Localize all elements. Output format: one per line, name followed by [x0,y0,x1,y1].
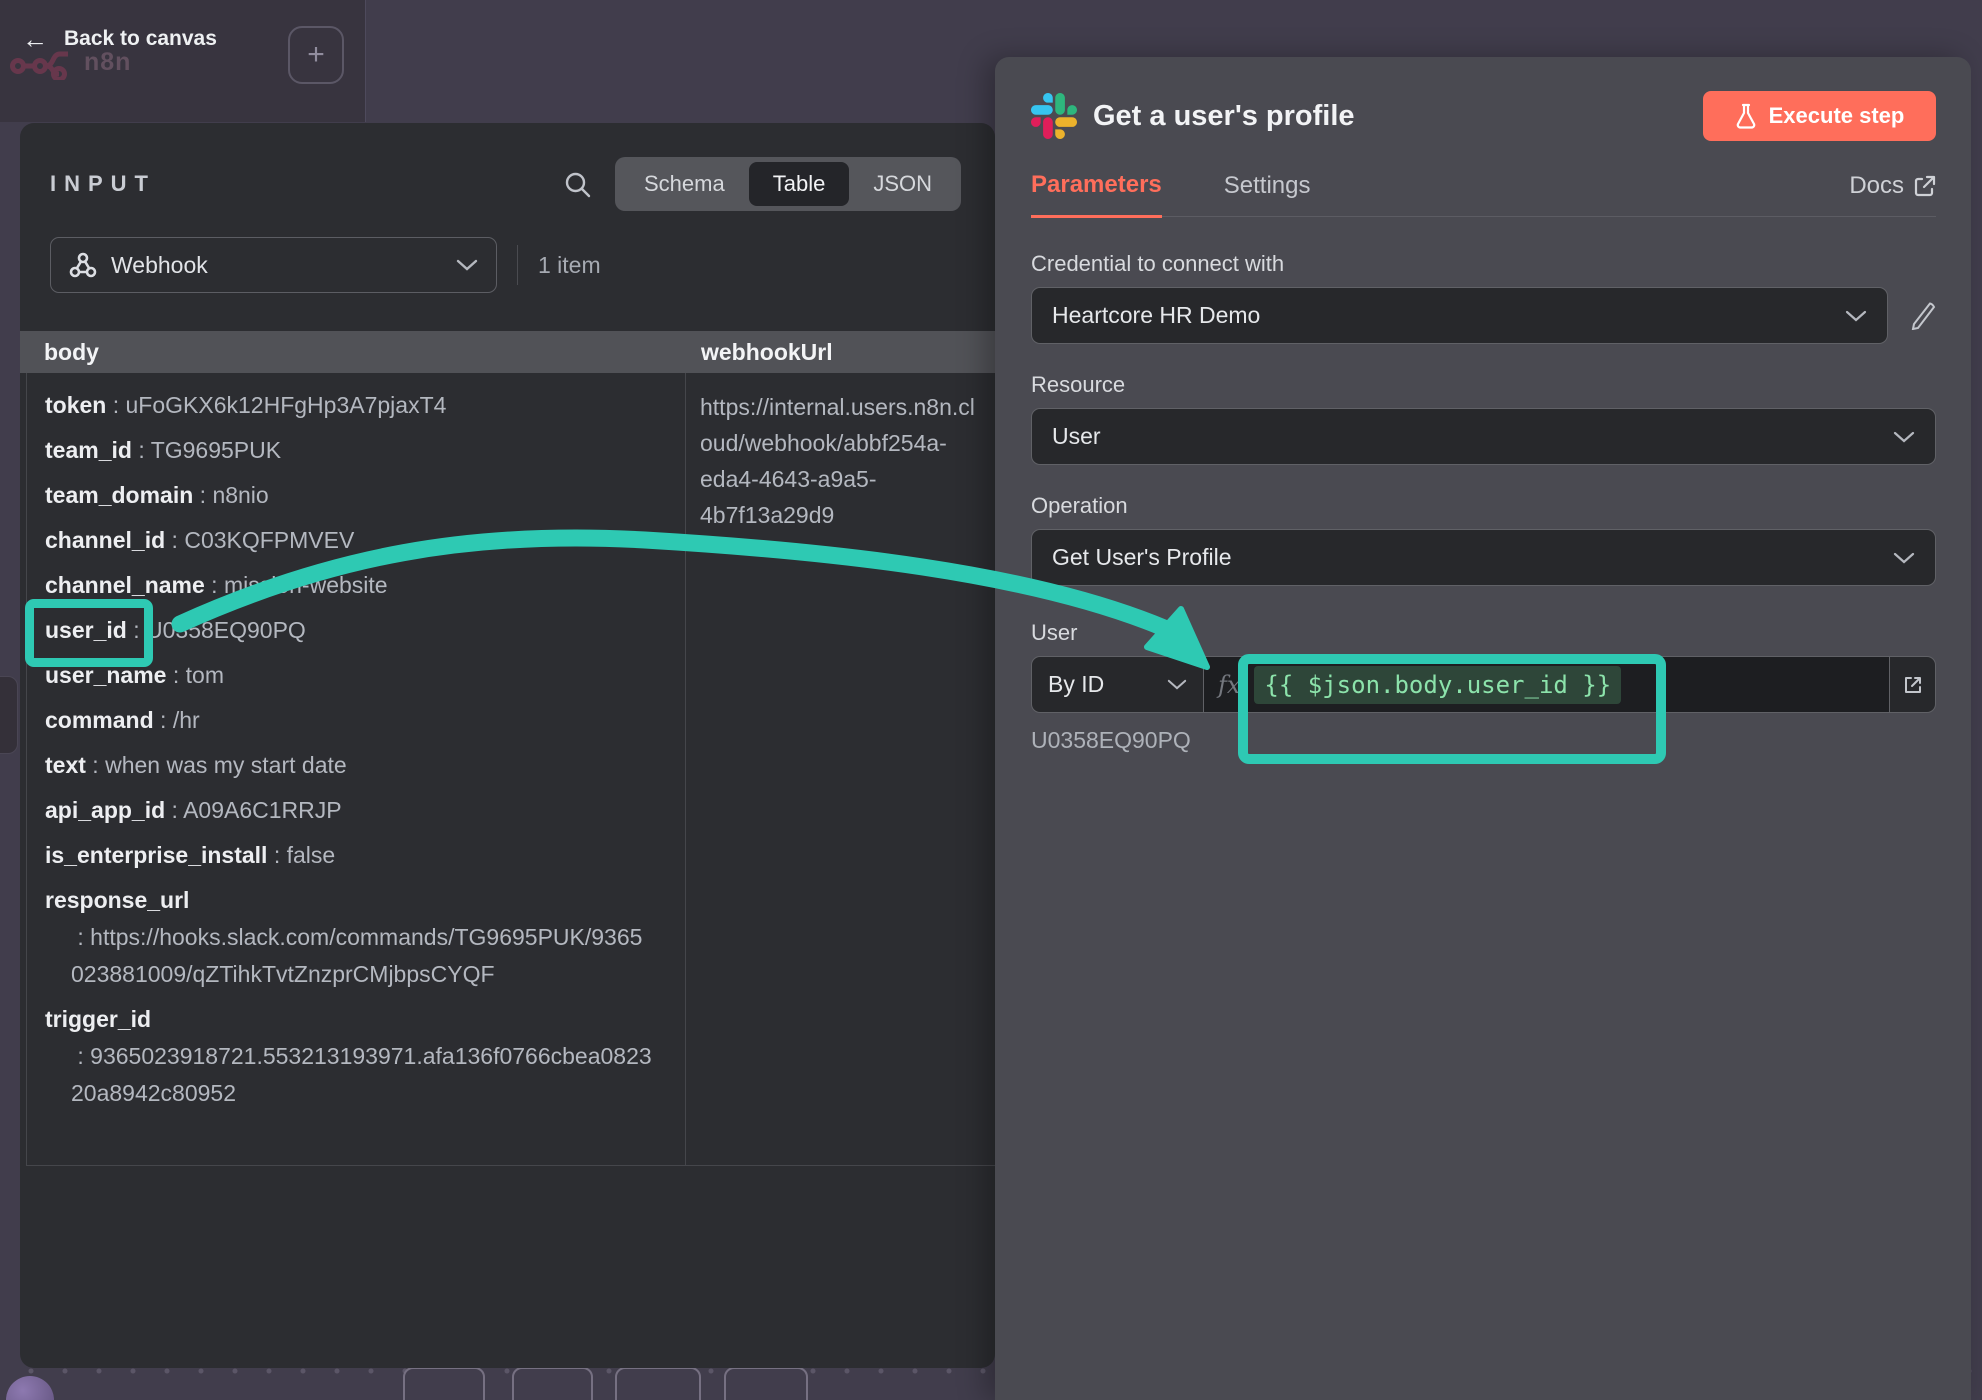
chevron-down-icon [1167,679,1187,690]
column-header-body[interactable]: body [20,339,685,366]
input-panel: INPUT Schema Table JSON Webhook 1 item b… [20,123,995,1368]
operation-label: Operation [1031,493,1936,519]
tab-json[interactable]: JSON [849,162,956,206]
add-node-button[interactable]: + [288,26,344,84]
docs-link[interactable]: Docs [1849,172,1936,216]
table-row[interactable]: response_url : https://hooks.slack.com/c… [45,882,655,993]
node-details-panel: Get a user's profile Execute step Parame… [995,57,1971,1400]
input-data-table: body webhookUrl token : uFoGKX6k12HFgHp3… [20,331,995,1166]
table-row-user-id[interactable]: user_id : U0358EQ90PQ [45,612,655,649]
chevron-down-icon [456,259,478,271]
webhook-url-cell[interactable]: https://internal.users.n8n.cloud/webhook… [700,389,985,533]
slack-icon [1031,93,1077,139]
input-source-select[interactable]: Webhook [50,237,497,293]
webhook-icon [69,252,97,278]
back-arrow-icon: ← [22,27,48,51]
input-source-label: Webhook [111,252,208,279]
external-link-icon [1914,175,1936,197]
resource-select[interactable]: User [1031,408,1936,465]
flask-icon [1735,103,1757,129]
collapsed-panel-handle[interactable] [0,676,18,754]
execute-step-button[interactable]: Execute step [1703,91,1936,141]
canvas-toolbar-button[interactable] [724,1367,808,1400]
fx-icon: fx [1218,671,1240,699]
table-row[interactable]: trigger_id : 9365023918721.553213193971.… [45,1001,655,1112]
resource-label: Resource [1031,372,1936,398]
canvas-toolbar-button[interactable] [403,1367,485,1400]
credential-select[interactable]: Heartcore HR Demo [1031,287,1888,344]
user-mode-select[interactable]: By ID [1031,656,1204,713]
table-row[interactable]: channel_id : C03KQFPMVEV [45,522,655,559]
expression-resolved-value: U0358EQ90PQ [1031,727,1936,754]
chevron-down-icon [1893,431,1915,443]
expression-code[interactable]: {{ $json.body.user_id }} [1254,666,1621,704]
table-row[interactable]: api_app_id : A09A6C1RRJP [45,792,655,829]
canvas-toolbar-button[interactable] [512,1367,593,1400]
table-row[interactable]: command : /hr [45,702,655,739]
tab-table[interactable]: Table [749,162,850,206]
plus-icon: + [307,38,325,72]
credential-label: Credential to connect with [1031,251,1936,277]
edit-credential-button[interactable] [1908,302,1936,330]
table-row[interactable]: text : when was my start date [45,747,655,784]
item-count: 1 item [517,245,601,285]
table-row[interactable]: team_domain : n8nio [45,477,655,514]
user-field-label: User [1031,620,1936,646]
chevron-down-icon [1893,552,1915,564]
table-row[interactable]: is_enterprise_install : false [45,837,655,874]
back-to-canvas-button[interactable]: ← Back to canvas [22,27,217,51]
canvas-toolbar-button[interactable] [615,1367,701,1400]
input-panel-title: INPUT [50,171,156,197]
tab-schema[interactable]: Schema [620,162,749,206]
operation-select[interactable]: Get User's Profile [1031,529,1936,586]
expand-expression-button[interactable] [1890,656,1936,713]
table-row[interactable]: user_name : tom [45,657,655,694]
table-row[interactable]: token : uFoGKX6k12HFgHp3A7pjaxT4 [45,387,655,424]
node-title: Get a user's profile [1093,100,1355,133]
table-row[interactable]: team_id : TG9695PUK [45,432,655,469]
back-label: Back to canvas [64,27,217,51]
tab-parameters[interactable]: Parameters [1031,171,1162,218]
user-expression-input[interactable]: fx {{ $json.body.user_id }} [1204,656,1890,713]
chevron-down-icon [1845,310,1867,322]
n8n-logo-text: n8n [84,48,131,77]
pencil-icon [1908,302,1936,330]
open-editor-icon [1903,675,1923,695]
column-header-webhookurl[interactable]: webhookUrl [685,339,995,366]
tab-settings[interactable]: Settings [1224,172,1311,216]
view-mode-tabs: Schema Table JSON [615,157,961,211]
table-row[interactable]: channel_name : mission-website [45,567,655,604]
search-icon[interactable] [564,171,591,198]
